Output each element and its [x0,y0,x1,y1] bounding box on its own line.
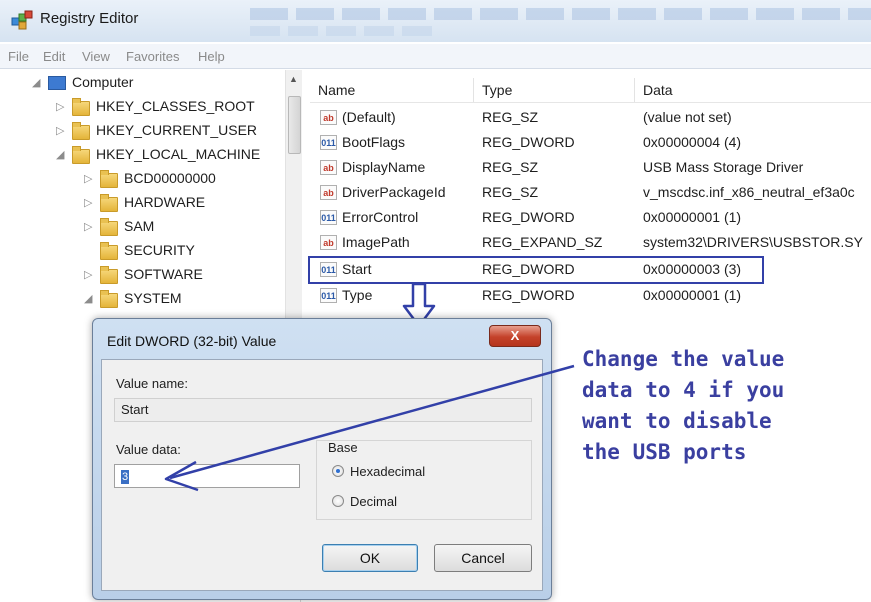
expand-arrow-icon[interactable]: ▷ [56,100,64,113]
dialog-body: Value name: Start Value data: 3 Base Hex… [101,359,543,591]
value-row-type[interactable]: 011 Type REG_DWORD 0x00000001 (1) [310,284,871,308]
dword-value-icon: 011 [320,288,337,303]
blurred-background-text-2 [250,26,440,36]
folder-icon [100,194,118,212]
collapse-arrow-icon[interactable]: ◢ [56,148,64,161]
expand-arrow-icon[interactable]: ▷ [84,220,92,233]
string-value-icon: ab [320,185,337,200]
folder-icon [72,122,90,140]
folder-open-icon [72,146,90,164]
folder-icon [100,266,118,284]
column-header-type[interactable]: Type [474,78,635,102]
annotation-line: the USB ports [582,440,747,464]
folder-icon [100,218,118,236]
hexadecimal-radio[interactable] [332,465,344,477]
folder-icon [72,98,90,116]
value-row-bootflags[interactable]: 011 BootFlags REG_DWORD 0x00000004 (4) [310,131,871,155]
scrollbar-thumb[interactable] [288,96,301,154]
expand-arrow-icon[interactable]: ▷ [84,172,92,185]
column-header-name[interactable]: Name [310,78,474,102]
value-data-label: Value data: [116,442,181,457]
edit-dword-dialog: Edit DWORD (32-bit) Value X Value name: … [92,318,552,600]
annotation-line: want to disable [582,409,772,433]
value-data-input[interactable]: 3 [114,464,300,488]
menu-edit[interactable]: Edit [43,49,65,64]
collapse-arrow-icon[interactable]: ◢ [84,292,92,305]
value-row-imagepath[interactable]: ab ImagePath REG_EXPAND_SZ system32\DRIV… [310,231,871,255]
decimal-radio[interactable] [332,495,344,507]
menu-favorites[interactable]: Favorites [126,49,179,64]
dword-value-icon: 011 [320,135,337,150]
string-value-icon: ab [320,160,337,175]
window-title: Registry Editor [40,10,139,27]
tree-scrollbar[interactable]: ▲ [285,70,302,330]
menu-view[interactable]: View [82,49,110,64]
scroll-up-arrow-icon[interactable]: ▲ [289,74,298,84]
menu-file[interactable]: File [8,49,29,64]
value-row-errorcontrol[interactable]: 011 ErrorControl REG_DWORD 0x00000001 (1… [310,206,871,230]
value-row-driverpackageid[interactable]: ab DriverPackageId REG_SZ v_mscdsc.inf_x… [310,181,871,205]
decimal-label[interactable]: Decimal [350,494,397,509]
collapse-arrow-icon[interactable]: ◢ [32,76,40,89]
menu-bar: File Edit View Favorites Help [0,44,871,69]
column-header-data[interactable]: Data [635,78,871,102]
annotation-line: Change the value [582,347,785,371]
dword-value-icon: 011 [320,210,337,225]
folder-icon [100,170,118,188]
title-bar: Registry Editor [0,0,871,42]
annotation-text: Change the value data to 4 if you want t… [582,344,862,468]
annotation-line: data to 4 if you [582,378,785,402]
blurred-background-text [250,8,871,20]
menu-help[interactable]: Help [198,49,225,64]
ok-button[interactable]: OK [322,544,418,572]
computer-icon [48,76,66,90]
value-name-label: Value name: [116,376,189,391]
value-name-field: Start [114,398,532,422]
hexadecimal-label[interactable]: Hexadecimal [350,464,425,479]
value-row-displayname[interactable]: ab DisplayName REG_SZ USB Mass Storage D… [310,156,871,180]
expand-arrow-icon[interactable]: ▷ [84,268,92,281]
string-value-icon: ab [320,110,337,125]
value-row-default[interactable]: ab (Default) REG_SZ (value not set) [310,106,871,130]
expand-arrow-icon[interactable]: ▷ [84,196,92,209]
folder-icon [100,242,118,260]
cancel-button[interactable]: Cancel [434,544,532,572]
close-button[interactable]: X [489,325,541,347]
selected-value-text: 3 [121,469,129,484]
base-group [316,440,532,520]
registry-editor-icon [11,10,33,30]
folder-open-icon [100,290,118,308]
start-row-highlight [308,256,764,284]
expand-arrow-icon[interactable]: ▷ [56,124,64,137]
dialog-title: Edit DWORD (32-bit) Value [107,333,277,349]
string-value-icon: ab [320,235,337,250]
